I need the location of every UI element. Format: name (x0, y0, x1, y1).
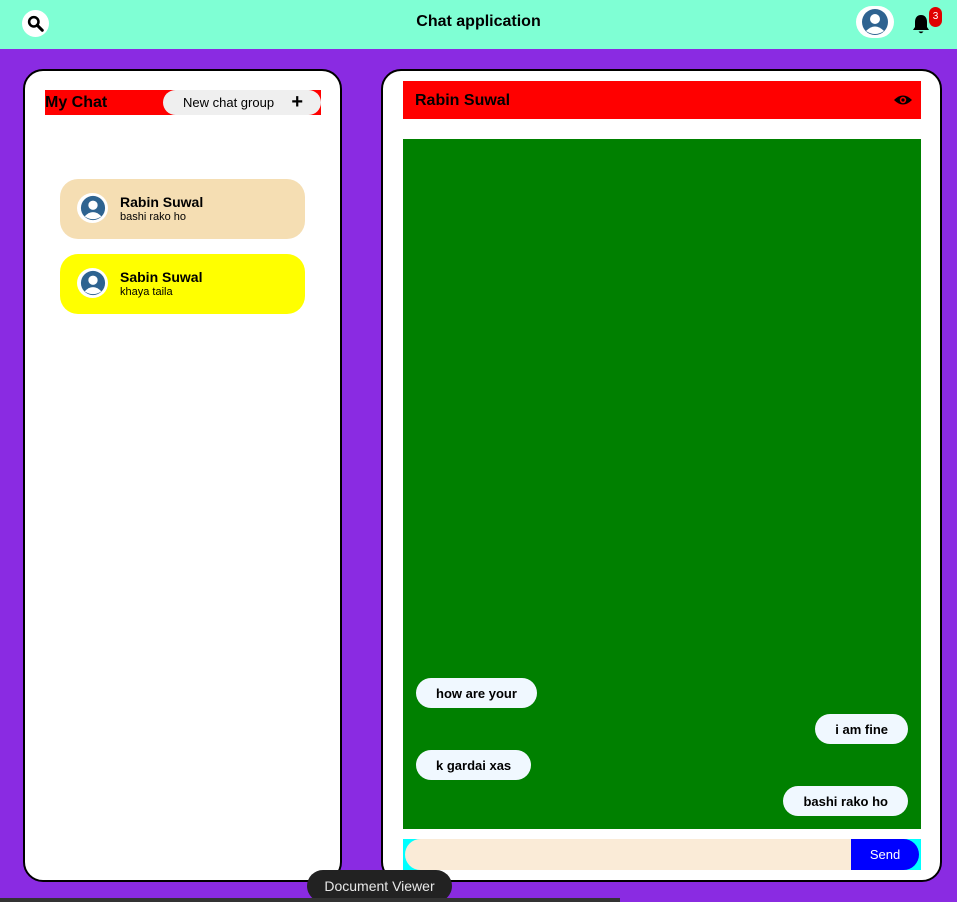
new-chat-group-label: New chat group (183, 95, 275, 110)
my-chat-title: My Chat (45, 94, 108, 111)
user-avatar-icon (80, 195, 105, 221)
message-bubble: i am fine (815, 714, 908, 744)
chat-item-sabin-suwal[interactable]: Sabin Suwal khaya taila (60, 254, 305, 314)
chat-item-name: Rabin Suwal (120, 194, 204, 210)
notification-badge: 3 (929, 7, 942, 27)
message-bubble: bashi rako ho (783, 786, 908, 816)
message-area[interactable]: how are your i am fine k gardai xas bash… (403, 139, 921, 829)
top-navbar: Chat application 3 (0, 0, 957, 49)
contact-name: Rabin Suwal (415, 92, 511, 109)
conversation-panel: Rabin Suwal how are your i am fine k gar… (381, 69, 942, 882)
message-bubble: k gardai xas (416, 750, 532, 780)
avatar (77, 268, 108, 298)
taskbar-edge (0, 898, 620, 902)
send-button[interactable]: Send (851, 839, 919, 870)
chat-item-name: Sabin Suwal (120, 269, 203, 285)
message-composer: Send (403, 839, 921, 870)
chat-item-last-message: bashi rako ho (120, 211, 187, 223)
message-input[interactable] (405, 839, 865, 870)
avatar (77, 193, 108, 223)
my-chat-header: My Chat New chat group + (45, 90, 321, 115)
conversation-header: Rabin Suwal (403, 81, 921, 119)
new-chat-group-button[interactable]: New chat group + (163, 90, 321, 115)
chat-item-last-message: khaya taila (120, 286, 173, 298)
chat-list-panel: My Chat New chat group + Rabin Suwal bas… (23, 69, 342, 882)
app-title: Chat application (416, 13, 541, 30)
chat-item-rabin-suwal[interactable]: Rabin Suwal bashi rako ho (60, 179, 305, 239)
eye-icon[interactable] (893, 92, 913, 108)
message-bubble: how are your (416, 678, 537, 708)
profile-avatar-button[interactable] (856, 6, 894, 38)
plus-icon: + (291, 91, 303, 113)
user-avatar-icon (80, 270, 105, 296)
user-avatar-icon (862, 9, 888, 35)
